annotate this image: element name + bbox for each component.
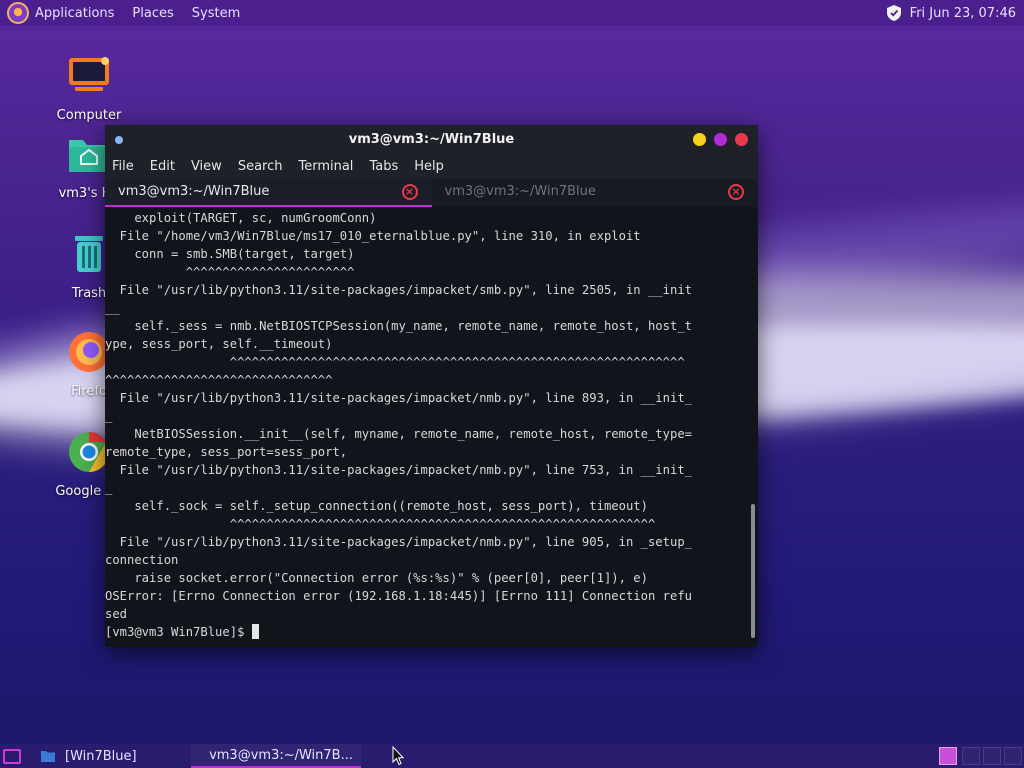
menu-tabs[interactable]: Tabs [369,159,398,174]
taskbar-item-files[interactable]: [Win7Blue] [33,744,191,768]
terminal-line: self._sess = nmb.NetBIOSTCPSession(my_na… [105,319,692,333]
terminal-scrollbar[interactable] [751,504,755,638]
terminal-line: _ [105,481,113,495]
terminal-line: ype, sess_port, self.__timeout) [105,337,333,351]
taskbar-item-label: vm3@vm3:~/Win7B... [209,747,353,763]
mouse-pointer-icon [392,746,404,766]
terminal-line: connection [105,553,179,567]
text-cursor [251,624,259,639]
workspace-3[interactable] [983,747,1001,765]
terminal-line: File "/usr/lib/python3.11/site-packages/… [105,391,692,405]
workspace-4[interactable] [1004,747,1022,765]
terminal-menubar: File Edit View Search Terminal Tabs Help [105,154,758,179]
close-tab-icon[interactable]: × [401,184,418,200]
terminal-line: OSError: [Errno Connection error (192.16… [105,589,692,603]
clock[interactable]: Fri Jun 23, 07:46 [910,6,1016,21]
close-tab-icon[interactable]: × [728,184,744,200]
computer-icon [69,57,109,91]
terminal-line: NetBIOSSession.__init__(self, myname, re… [105,427,692,441]
system-menu[interactable]: System [192,6,240,21]
menu-terminal[interactable]: Terminal [298,159,353,174]
minimize-button[interactable] [693,133,706,146]
menu-edit[interactable]: Edit [150,159,175,174]
terminal-line: remote_type, sess_port=sess_port, [105,445,348,459]
tab-1[interactable]: vm3@vm3:~/Win7Blue × [105,179,432,207]
menu-file[interactable]: File [112,159,134,174]
terminal-line: File "/usr/lib/python3.11/site-packages/… [105,535,692,549]
distro-logo-icon[interactable] [7,2,29,24]
window-menu-icon[interactable] [115,136,123,144]
desktop-icon-computer[interactable]: Computer [44,52,134,123]
tab-2[interactable]: vm3@vm3:~/Win7Blue × [432,179,759,207]
terminal-line: ^^^^^^^^^^^^^^^^^^^^^^^^^^^^^^^^^^^^^^^^… [105,355,685,369]
terminal-line: File "/usr/lib/python3.11/site-packages/… [105,283,692,297]
menu-search[interactable]: Search [238,159,283,174]
taskbar-item-terminal[interactable]: vm3@vm3:~/Win7B... [191,744,361,768]
terminal-line: ^^^^^^^^^^^^^^^^^^^^^^^^^^^^^^^ [105,373,333,387]
menu-view[interactable]: View [191,159,222,174]
applications-menu[interactable]: Applications [35,6,114,21]
desktop-icon-label: Computer [56,108,122,123]
top-panel: Applications Places System Fri Jun 23, 0… [0,0,1024,26]
bottom-panel: [Win7Blue] vm3@vm3:~/Win7B... [0,744,1024,768]
tab-label: vm3@vm3:~/Win7Blue [118,184,270,199]
menu-help[interactable]: Help [414,159,444,174]
taskbar-item-label: [Win7Blue] [65,748,137,764]
window-titlebar[interactable]: vm3@vm3:~/Win7Blue [105,125,758,154]
window-title: vm3@vm3:~/Win7Blue [348,132,515,147]
terminal-line: sed [105,607,128,621]
workspace-2[interactable] [962,747,980,765]
shield-icon[interactable] [886,4,902,22]
close-button[interactable] [735,133,748,146]
terminal-line: ^^^^^^^^^^^^^^^^^^^^^^^^^^^^^^^^^^^^^^^^… [105,517,656,531]
terminal-line: File "/usr/lib/python3.11/site-packages/… [105,463,692,477]
terminal-tabbar: vm3@vm3:~/Win7Blue × vm3@vm3:~/Win7Blue … [105,179,758,207]
show-desktop-button[interactable] [3,748,21,764]
terminal-output[interactable]: exploit(TARGET, sc, numGroomConn) File "… [105,207,758,647]
terminal-line: raise socket.error("Connection error (%s… [105,571,648,585]
maximize-button[interactable] [714,133,727,146]
terminal-line: __ [105,301,120,315]
folder-icon [41,751,55,762]
terminal-window[interactable]: vm3@vm3:~/Win7Blue File Edit View Search… [105,125,758,647]
terminal-line: ^^^^^^^^^^^^^^^^^^^^^^^ [105,265,355,279]
terminal-prompt[interactable]: [vm3@vm3 Win7Blue]$ [105,623,745,641]
terminal-line: conn = smb.SMB(target, target) [105,247,355,261]
places-menu[interactable]: Places [132,6,173,21]
terminal-line: _ [105,409,113,423]
terminal-text[interactable]: exploit(TARGET, sc, numGroomConn) File "… [105,209,745,641]
terminal-line: File "/home/vm3/Win7Blue/ms17_010_eterna… [105,229,641,243]
terminal-line: exploit(TARGET, sc, numGroomConn) [105,211,377,225]
tab-label: vm3@vm3:~/Win7Blue [444,184,596,199]
workspace-1[interactable] [939,747,957,765]
terminal-line: self._sock = self._setup_connection((rem… [105,499,648,513]
prompt-text: [vm3@vm3 Win7Blue]$ [105,625,252,639]
